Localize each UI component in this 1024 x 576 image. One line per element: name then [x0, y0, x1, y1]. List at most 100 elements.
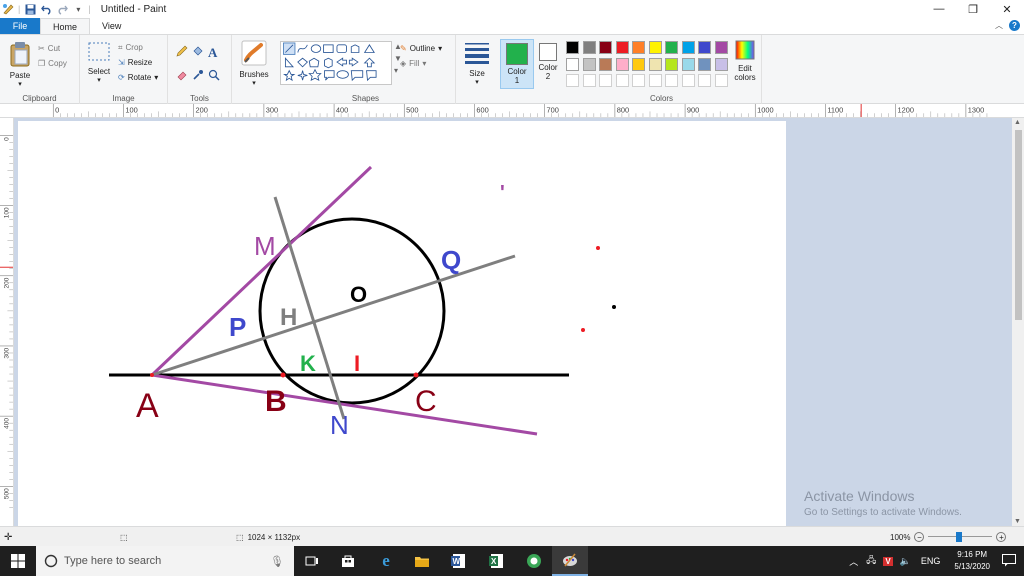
color2-button[interactable]: Color 2 [536, 39, 560, 81]
palette-swatch-empty[interactable] [566, 74, 579, 87]
palette-swatch-empty[interactable] [681, 74, 695, 87]
tab-view[interactable]: View [90, 18, 133, 34]
shapes-group-label: Shapes [351, 94, 380, 103]
palette-swatch-empty[interactable] [632, 74, 645, 87]
palette-swatch-empty[interactable] [714, 74, 728, 87]
palette-swatch[interactable] [648, 57, 662, 71]
store-icon[interactable] [330, 546, 366, 576]
paint-taskbar-icon[interactable] [552, 546, 588, 576]
notification-center-icon[interactable] [998, 553, 1024, 569]
palette-swatch-empty[interactable] [615, 74, 629, 87]
network-icon[interactable]: 🖧 [862, 553, 880, 569]
redo-icon[interactable] [56, 3, 68, 15]
save-icon[interactable] [24, 3, 36, 15]
label-i: I [354, 351, 360, 376]
edge-icon[interactable]: e [368, 546, 404, 576]
undo-icon[interactable] [40, 3, 52, 15]
vertical-scrollbar[interactable]: ▲ ▼ [1012, 118, 1024, 526]
start-button[interactable] [0, 546, 36, 576]
select-button[interactable]: Select ▾ [84, 41, 114, 84]
word-icon[interactable]: W [440, 546, 476, 576]
ruler-v-label: 400 [3, 418, 10, 429]
pencil-icon[interactable] [176, 45, 192, 61]
palette-swatch[interactable] [681, 57, 695, 71]
ruler-v-label: 300 [3, 347, 10, 358]
task-view-icon[interactable] [294, 546, 330, 576]
customize-qa-icon[interactable]: ▾ [72, 3, 84, 15]
color-picker-icon[interactable] [192, 69, 208, 83]
copy-button[interactable]: ❐ Copy [38, 56, 67, 71]
tab-file[interactable]: File [0, 18, 40, 34]
palette-swatch[interactable] [665, 41, 678, 54]
cut-button[interactable]: ✂ Cut [38, 41, 67, 56]
fill-button[interactable]: ◈ Fill ▾ [400, 56, 442, 71]
palette-swatch-empty[interactable] [648, 74, 662, 87]
fill-bucket-icon[interactable] [192, 45, 208, 61]
language-indicator[interactable]: ENG [915, 556, 947, 566]
drawing-canvas[interactable]: M Q O H P K I A B C N ' [18, 121, 786, 526]
selection-icon: ⬚ [120, 532, 128, 542]
palette-swatch[interactable] [698, 57, 711, 71]
brushes-group: Brushes ▾ [232, 35, 276, 105]
rotate-button[interactable]: ⟳ Rotate ▾ [118, 70, 158, 85]
zoom-slider[interactable] [928, 532, 993, 542]
tray-chevron-icon[interactable]: ︿ [845, 555, 862, 568]
palette-swatch-empty[interactable] [599, 74, 612, 87]
excel-icon[interactable]: X [478, 546, 514, 576]
palette-swatch-empty[interactable] [665, 74, 678, 87]
outline-button[interactable]: ✎ Outline ▾ [400, 41, 442, 56]
help-icon[interactable]: ? [1009, 20, 1020, 31]
zoom-slider-thumb[interactable] [956, 532, 963, 542]
palette-swatch[interactable] [615, 57, 629, 71]
palette-swatch[interactable] [615, 41, 629, 54]
palette-swatch-empty[interactable] [698, 74, 711, 87]
palette-swatch[interactable] [632, 41, 645, 54]
horizontal-ruler: 0 100 200 300 400 500 600 700 800 900 1000 1100 1200… [0, 104, 1024, 118]
paste-button[interactable]: Paste ▾ [4, 41, 36, 88]
taskbar-search[interactable]: Type here to search 🎙 [36, 546, 294, 576]
microphone-icon[interactable]: 🎙 [270, 555, 284, 568]
palette-swatch[interactable] [648, 41, 662, 54]
palette-swatch[interactable] [698, 41, 711, 54]
edit-colors-button[interactable]: Edit colors [730, 40, 760, 82]
tab-home[interactable]: Home [40, 18, 91, 34]
palette-swatch-empty[interactable] [582, 74, 596, 87]
close-icon[interactable]: ✕ [990, 0, 1024, 18]
size-button[interactable]: Size ▾ [460, 41, 494, 86]
palette-swatch[interactable] [599, 41, 612, 54]
eraser-icon[interactable] [176, 69, 192, 83]
restore-icon[interactable]: ❐ [956, 0, 990, 18]
text-icon[interactable]: A [208, 45, 224, 61]
palette-swatch[interactable] [582, 41, 596, 54]
scroll-up-icon[interactable]: ▲ [1014, 119, 1021, 126]
palette-swatch[interactable] [632, 57, 645, 71]
search-placeholder: Type here to search [64, 555, 162, 567]
collapse-ribbon-icon[interactable]: ︿ [995, 20, 1003, 31]
shapes-gallery[interactable] [280, 41, 392, 85]
volume-icon[interactable]: 🔈 [896, 556, 915, 567]
svg-text:W: W [453, 557, 461, 566]
scrollbar-thumb[interactable] [1015, 130, 1022, 320]
magnifier-icon[interactable] [208, 69, 224, 83]
color1-button[interactable]: Color 1 [500, 39, 534, 89]
antivirus-icon[interactable]: V [880, 556, 895, 566]
scroll-down-icon[interactable]: ▼ [1014, 518, 1021, 525]
palette-swatch[interactable] [681, 41, 695, 54]
zoom-in-icon[interactable]: + [996, 532, 1007, 542]
palette-swatch[interactable] [665, 57, 678, 71]
zoom-out-icon[interactable]: − [914, 532, 925, 542]
app-green-icon[interactable] [516, 546, 552, 576]
palette-swatch[interactable] [582, 57, 596, 71]
resize-button[interactable]: ⇲ Resize [118, 55, 158, 70]
minimize-icon[interactable]: — [922, 0, 956, 18]
palette-swatch[interactable] [714, 57, 728, 71]
clock[interactable]: 9:16 PM 5/13/2020 [954, 549, 990, 573]
crop-button[interactable]: ⌗ Crop [118, 40, 158, 55]
palette-swatch[interactable] [566, 57, 579, 71]
brushes-button[interactable]: Brushes ▾ [234, 40, 274, 87]
palette-swatch[interactable] [714, 41, 728, 54]
file-explorer-icon[interactable] [404, 546, 440, 576]
palette-swatch[interactable] [599, 57, 612, 71]
palette-swatch[interactable] [566, 41, 579, 54]
image-group: Select ▾ ⌗ Crop ⇲ Resize ⟳ Rotate ▾ Image [80, 35, 168, 105]
